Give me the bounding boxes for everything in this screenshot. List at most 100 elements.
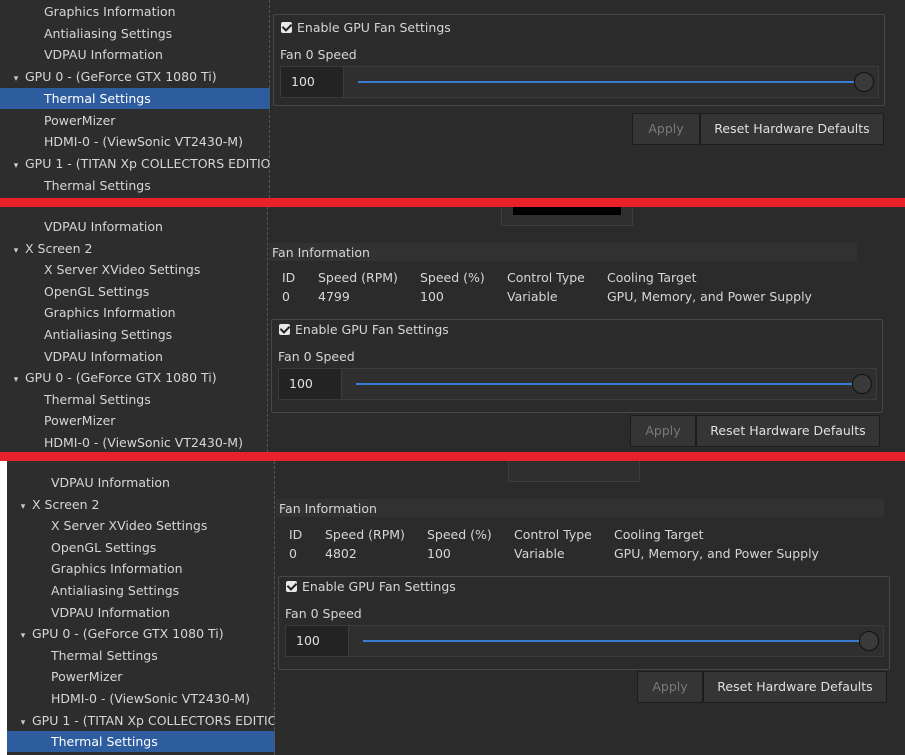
tree-item[interactable]: Antialiasing Settings — [0, 23, 270, 44]
tree-item-label: GPU 1 - (TITAN Xp COLLECTORS EDITION — [32, 712, 275, 728]
tree-item-label: HDMI-0 - (ViewSonic VT2430-M) — [51, 691, 250, 706]
red-divider — [0, 198, 905, 207]
fan-speed-spinbox[interactable]: 100 — [278, 368, 342, 400]
enable-fan-checkbox[interactable]: Enable GPU Fan Settings — [279, 322, 449, 337]
checkbox-icon — [281, 22, 292, 33]
tree-item[interactable]: ▾ GPU 0 - (GeForce GTX 1080 Ti) — [7, 623, 275, 644]
tree-item[interactable]: VDPAU Information — [0, 346, 268, 367]
reset-hardware-defaults-button[interactable]: Reset Hardware Defaults — [696, 415, 880, 447]
tree-item-label: Antialiasing Settings — [44, 25, 173, 41]
tree-item[interactable]: Thermal Settings — [7, 645, 275, 666]
tree-item[interactable]: Thermal Settings — [0, 175, 270, 196]
tree-item[interactable]: ▾ GPU 1 - (TITAN Xp COLLECTORS EDITION — [0, 153, 270, 174]
slider-handle[interactable] — [854, 72, 874, 92]
tree-item-label: VDPAU Information — [51, 475, 170, 490]
tree-item[interactable]: Thermal Settings — [0, 389, 268, 410]
checkbox-icon — [286, 581, 297, 592]
fan-speed-spinbox[interactable]: 100 — [280, 66, 344, 98]
cell-speed-rpm: 4799 — [318, 289, 350, 304]
tree-item[interactable]: Thermal Settings — [0, 87, 270, 109]
screenshot-slice-3: VDPAU Information ▾ X Screen 2 X Server XVi… — [7, 461, 905, 755]
tree-item[interactable]: Antialiasing Settings — [0, 324, 268, 345]
slider-handle[interactable] — [852, 374, 872, 394]
cell-cooling-target: GPU, Memory, and Power Supply — [607, 289, 812, 304]
tree-item[interactable]: Graphics Information — [7, 558, 275, 579]
tree-item[interactable]: HDMI-0 - (ViewSonic VT2430-M) — [0, 432, 268, 452]
tree-item[interactable]: VDPAU Information — [7, 472, 275, 493]
cell-speed-pct: 100 — [427, 546, 451, 561]
col-control-type: Control Type — [514, 527, 592, 542]
tree-item[interactable]: X Server XVideo Settings — [0, 259, 268, 280]
enable-fan-checkbox[interactable]: Enable GPU Fan Settings — [281, 20, 451, 35]
fan-speed-slider[interactable] — [341, 368, 877, 400]
tree-item[interactable]: Antialiasing Settings — [7, 580, 275, 601]
tree-item-label: VDPAU Information — [44, 348, 163, 364]
slider-track — [358, 81, 854, 83]
sidebar-divider — [273, 461, 275, 755]
tree-item[interactable]: ▾ GPU 0 - (GeForce GTX 1080 Ti) — [0, 66, 270, 87]
tree-item-label: VDPAU Information — [51, 604, 170, 620]
tree-item-label: Graphics Information — [51, 561, 183, 577]
col-id: ID — [282, 270, 296, 285]
col-speed-rpm: Speed (RPM) — [318, 270, 398, 285]
tree-item-label: X Server XVideo Settings — [51, 518, 208, 534]
enable-fan-label: Enable GPU Fan Settings — [295, 322, 449, 337]
slider-track — [356, 383, 852, 385]
tree-item[interactable]: VDPAU Information — [0, 44, 270, 65]
tree-item[interactable]: Graphics Information — [0, 302, 268, 323]
screenshot-slice-2: VDPAU Information ▾ X Screen 2 X Server XVi… — [0, 207, 905, 452]
tree-item[interactable]: VDPAU Information — [0, 216, 268, 237]
fan-speed-label: Fan 0 Speed — [285, 606, 362, 621]
enable-fan-checkbox[interactable]: Enable GPU Fan Settings — [286, 579, 456, 594]
thermal-content: Fan Information ID Speed (RPM) Speed (%)… — [276, 461, 905, 755]
apply-button[interactable]: Apply — [630, 415, 696, 447]
fan-speed-spinbox[interactable]: 100 — [285, 625, 349, 657]
cell-id: 0 — [282, 289, 290, 304]
tree-item-label: Thermal Settings — [44, 177, 151, 193]
tree-item[interactable]: ▾ X Screen 2 — [0, 238, 268, 259]
tree-item-label: Thermal Settings — [51, 647, 158, 663]
tree-item[interactable]: Graphics Information — [0, 1, 270, 22]
tree-item-label: GPU 0 - (GeForce GTX 1080 Ti) — [25, 69, 217, 85]
reset-hardware-defaults-button[interactable]: Reset Hardware Defaults — [700, 113, 884, 145]
slider-handle[interactable] — [859, 631, 879, 651]
gpu-graphic-fill — [513, 207, 621, 215]
tree-item[interactable]: ▾ X Screen 2 — [7, 494, 275, 515]
reset-hardware-defaults-button[interactable]: Reset Hardware Defaults — [703, 671, 887, 703]
fan-speed-value: 100 — [291, 74, 315, 89]
tree-item[interactable]: X Server XVideo Settings — [7, 515, 275, 536]
col-speed-pct: Speed (%) — [420, 270, 485, 285]
tree-item[interactable]: PowerMizer — [0, 410, 268, 431]
tree-item-label: GPU 0 - (GeForce GTX 1080 Ti) — [32, 626, 224, 642]
tree-item[interactable]: ▾ GPU 1 - (TITAN Xp COLLECTORS EDITION — [7, 710, 275, 731]
tree-item[interactable]: Thermal Settings — [7, 731, 275, 753]
tree-item[interactable]: HDMI-0 - (ViewSonic VT2430-M) — [7, 688, 275, 709]
tree-item[interactable]: PowerMizer — [7, 666, 275, 687]
thermal-content: Enable GPU Fan Settings Fan 0 Speed 100 … — [271, 0, 905, 198]
tree-item-label: VDPAU Information — [44, 219, 163, 234]
tree-item-label: PowerMizer — [44, 112, 116, 128]
thermal-content: Fan Information ID Speed (RPM) Speed (%)… — [269, 207, 905, 452]
fan-speed-slider[interactable] — [343, 66, 879, 98]
cell-control-type: Variable — [507, 289, 558, 304]
col-speed-rpm: Speed (RPM) — [325, 527, 405, 542]
tree-item[interactable]: VDPAU Information — [7, 602, 275, 623]
fan-speed-label: Fan 0 Speed — [280, 47, 357, 62]
tree-item-label: X Screen 2 — [32, 496, 100, 512]
tree-item[interactable]: ▾ GPU 0 - (GeForce GTX 1080 Ti) — [0, 367, 268, 388]
sidebar-divider — [268, 0, 270, 198]
tree-item-label: GPU 0 - (GeForce GTX 1080 Ti) — [25, 370, 217, 386]
tree-item-label: X Server XVideo Settings — [44, 262, 201, 278]
tree-item[interactable]: PowerMizer — [0, 110, 270, 131]
tree-item[interactable]: HDMI-0 - (ViewSonic VT2430-M) — [0, 131, 270, 152]
tree-item-label: Antialiasing Settings — [44, 327, 173, 342]
cell-id: 0 — [289, 546, 297, 561]
apply-button[interactable]: Apply — [632, 113, 700, 145]
tree-item[interactable]: OpenGL Settings — [7, 537, 275, 558]
gpu-graphic — [508, 461, 640, 482]
tree-item-label: Thermal Settings — [44, 391, 151, 407]
apply-button[interactable]: Apply — [637, 671, 703, 703]
tree-item[interactable]: OpenGL Settings — [0, 281, 268, 302]
tree-item-label: PowerMizer — [51, 669, 123, 685]
fan-speed-slider[interactable] — [348, 625, 884, 657]
